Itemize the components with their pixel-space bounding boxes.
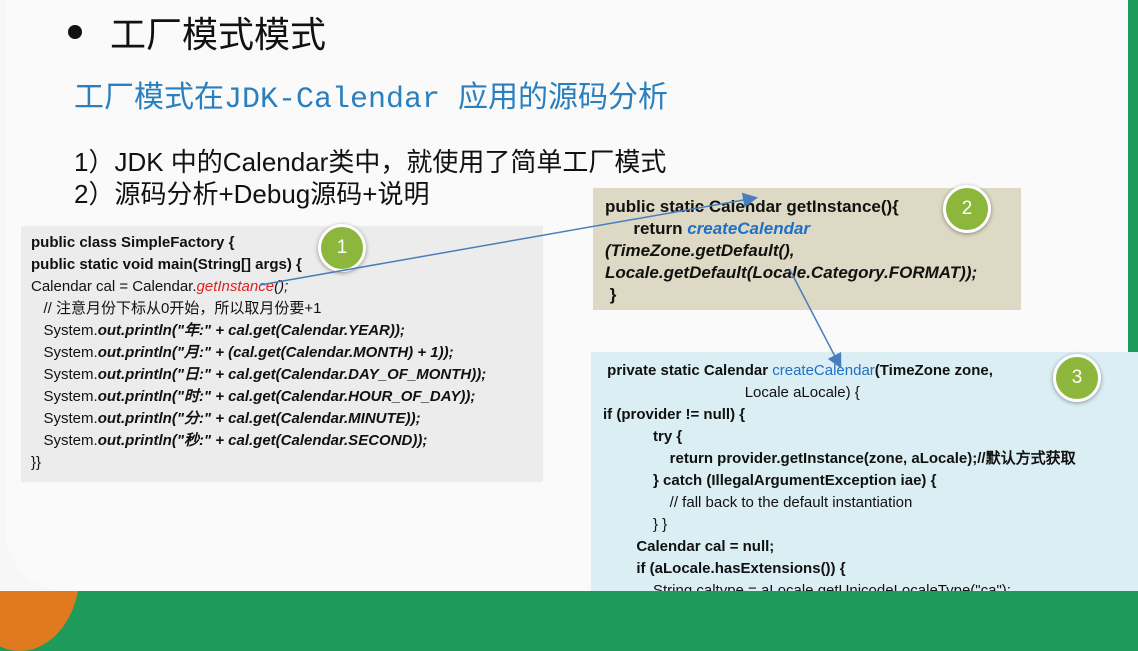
- code-line: return provider.getInstance(zone, aLocal…: [603, 450, 1076, 467]
- code-line: Calendar cal = null;: [603, 538, 775, 555]
- code-text: return: [605, 219, 688, 238]
- code-comment: // 注意月份下标从0开始，所以取月份要+1: [31, 300, 322, 317]
- code-line: Calendar cal = Calendar.getInstance();: [31, 276, 533, 298]
- slide-title: 工厂模式模式: [64, 6, 326, 58]
- step-badge-2: 2: [943, 185, 991, 233]
- code-line: } catch (IllegalArgumentException iae) {: [603, 472, 937, 489]
- point-2: 2）源码分析+Debug源码+说明: [74, 179, 430, 209]
- code-line: } }: [603, 516, 668, 533]
- bullet-icon: [68, 25, 82, 39]
- code-line: System.out.println("月:" + (cal.get(Calen…: [31, 342, 533, 364]
- code-text: out.println("秒:" + cal.get(Calendar.SECO…: [97, 432, 428, 449]
- code-text: ();: [274, 278, 289, 295]
- code-method-highlight: getInstance: [196, 278, 275, 295]
- code-text: System.: [31, 322, 98, 339]
- code-text: out.println("分:" + cal.get(Calendar.MINU…: [97, 410, 421, 427]
- code-line: Locale.getDefault(Locale.Category.FORMAT…: [605, 263, 978, 282]
- slide: 工厂模式模式 工厂模式在JDK-Calendar 应用的源码分析 1）JDK 中…: [0, 0, 1138, 591]
- code-text: out.println("年:" + cal.get(Calendar.YEAR…: [97, 322, 405, 339]
- code-line: System.out.println("秒:" + cal.get(Calend…: [31, 430, 533, 452]
- code-line: Locale aLocale) {: [603, 384, 860, 401]
- code-line: System.out.println("年:" + cal.get(Calend…: [31, 320, 533, 342]
- code-line: public class SimpleFactory {: [31, 234, 235, 251]
- code-text: System.: [31, 410, 98, 427]
- code-text: out.println("时:" + cal.get(Calendar.HOUR…: [97, 388, 476, 405]
- slide-title-text: 工厂模式模式: [110, 14, 327, 55]
- code-line: System.out.println("时:" + cal.get(Calend…: [31, 386, 533, 408]
- code-text: System.: [31, 366, 98, 383]
- code-text: Calendar cal = Calendar.: [31, 278, 197, 295]
- code-text: private static Calendar: [603, 362, 773, 379]
- code-box-simplefactory: public class SimpleFactory { public stati…: [21, 226, 543, 482]
- code-method-highlight: createCalendar: [687, 219, 811, 238]
- code-text: (TimeZone zone,: [874, 362, 993, 379]
- code-line: if (provider != null) {: [603, 406, 746, 423]
- code-line: }}: [31, 454, 42, 471]
- code-line: System.out.println("分:" + cal.get(Calend…: [31, 408, 533, 430]
- code-line: try {: [603, 428, 683, 445]
- code-comment: // fall back to the default instantiatio…: [603, 494, 913, 511]
- code-line: System.out.println("日:" + cal.get(Calend…: [31, 364, 533, 386]
- code-line: if (aLocale.hasExtensions()) {: [603, 560, 846, 577]
- code-text: System.: [31, 432, 98, 449]
- code-method-highlight: createCalendar: [772, 362, 875, 379]
- code-text: out.println("月:" + (cal.get(Calendar.MON…: [97, 344, 454, 361]
- step-badge-3: 3: [1053, 354, 1101, 402]
- code-text: out.println("日:" + cal.get(Calendar.DAY_…: [97, 366, 487, 383]
- code-text: System.: [31, 388, 98, 405]
- code-text: System.: [31, 344, 98, 361]
- step-badge-1: 1: [318, 224, 366, 272]
- slide-content: 工厂模式模式 工厂模式在JDK-Calendar 应用的源码分析 1）JDK 中…: [6, 0, 1138, 591]
- code-line: }: [605, 285, 617, 304]
- code-line: String caltype = aLocale.getUnicodeLocal…: [603, 582, 1011, 591]
- code-line: public static void main(String[] args) {: [31, 256, 302, 273]
- code-line: (TimeZone.getDefault(),: [605, 241, 795, 260]
- slide-subtitle: 工厂模式在JDK-Calendar 应用的源码分析: [74, 83, 669, 117]
